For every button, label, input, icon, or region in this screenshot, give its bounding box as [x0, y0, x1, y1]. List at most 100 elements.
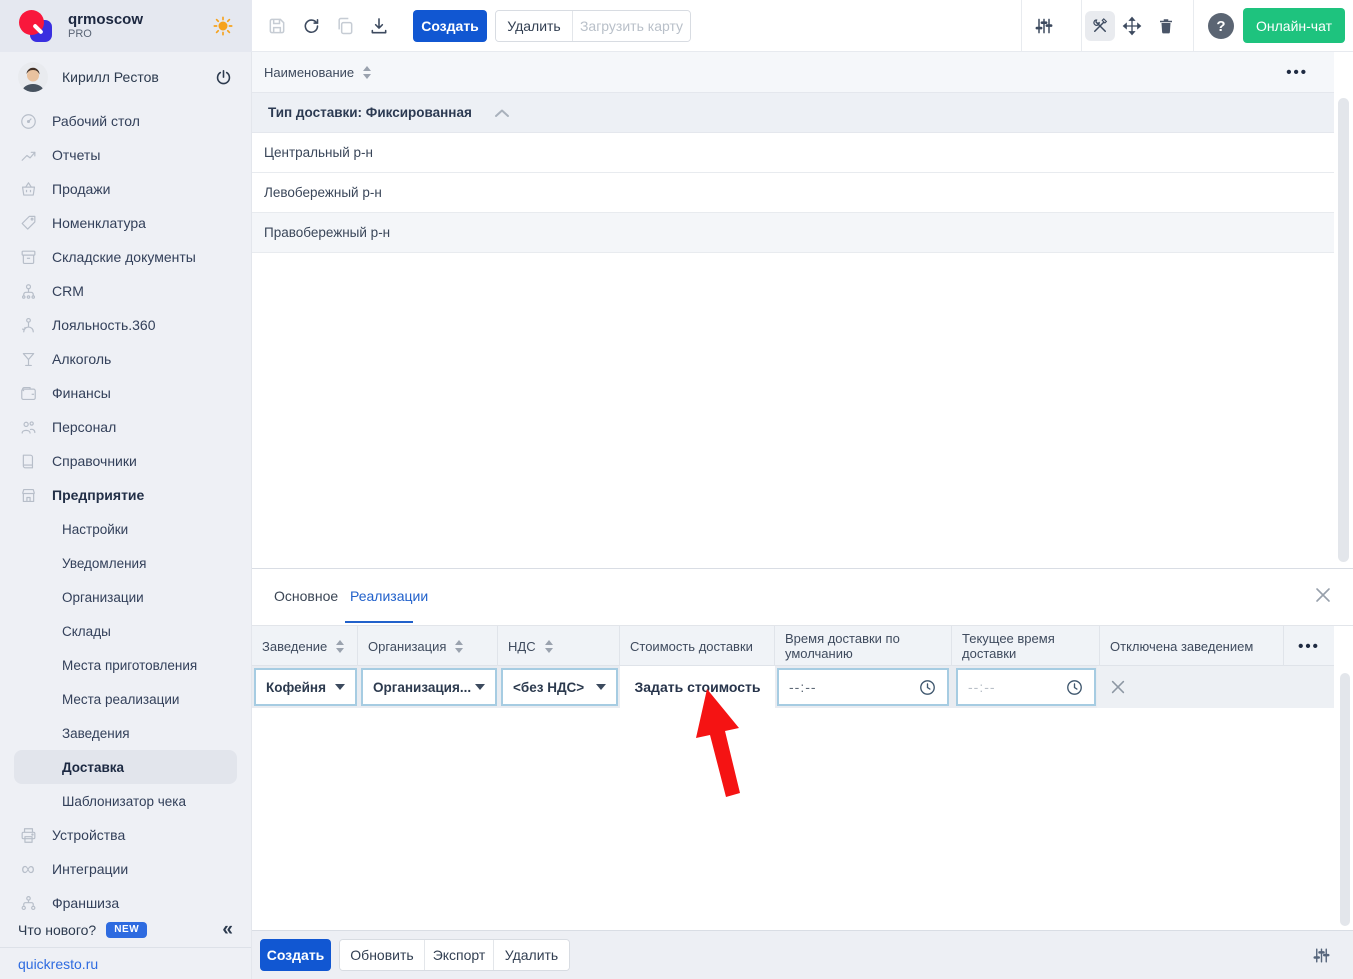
- chevron-down-icon: [475, 684, 485, 690]
- sidebar-item-integrations[interactable]: ∞ Интеграции: [0, 852, 251, 886]
- group-row-label: Тип доставки: Фиксированная: [268, 105, 472, 120]
- close-icon[interactable]: [1313, 585, 1333, 605]
- sidebar-item-enterprise[interactable]: Предприятие: [0, 478, 251, 512]
- sidebar-item-staff[interactable]: Персонал: [0, 410, 251, 444]
- move-icon[interactable]: [1121, 15, 1143, 37]
- sidebar-item-finance[interactable]: Финансы: [0, 376, 251, 410]
- franchise-icon: [18, 894, 38, 913]
- set-cost-button[interactable]: Задать стоимость: [620, 666, 775, 708]
- sidebar-subitem-receipt-template[interactable]: Шаблонизатор чека: [0, 784, 251, 818]
- staff-icon: [18, 418, 38, 437]
- table-row[interactable]: Центральный р-н: [252, 133, 1334, 173]
- row-name: Правобережный р-н: [264, 225, 390, 240]
- sidebar-subitem-settings[interactable]: Настройки: [0, 512, 251, 546]
- name-column-header[interactable]: Наименование: [264, 65, 354, 80]
- tab-realizations[interactable]: Реализации: [350, 588, 428, 604]
- detail-create-button[interactable]: Создать: [260, 939, 331, 971]
- sidebar-subitem-prep-places[interactable]: Места приготовления: [0, 648, 251, 682]
- sidebar-item-label: Предприятие: [52, 487, 144, 503]
- refresh-icon[interactable]: [300, 15, 322, 37]
- sidebar-item-reports[interactable]: Отчеты: [0, 138, 251, 172]
- help-icon[interactable]: ?: [1208, 13, 1234, 39]
- logout-power-icon[interactable]: [214, 68, 233, 87]
- delivery-type-group-row[interactable]: Тип доставки: Фиксированная: [252, 93, 1334, 133]
- quickresto-link[interactable]: quickresto.ru: [18, 956, 98, 972]
- realization-row: Кофейня Организация... <без НДС> Задать …: [252, 666, 1334, 708]
- load-map-button[interactable]: Загрузить карту: [572, 11, 690, 41]
- sidebar-item-crm[interactable]: CRM: [0, 274, 251, 308]
- theme-sun-icon[interactable]: [212, 15, 234, 37]
- whats-new-link[interactable]: Что нового?: [18, 922, 96, 938]
- create-button[interactable]: Создать: [413, 10, 487, 42]
- remove-row-icon[interactable]: [1109, 678, 1127, 696]
- sort-icon[interactable]: [363, 66, 371, 79]
- tools-icon[interactable]: [1085, 11, 1115, 41]
- sidebar-menu: Рабочий стол Отчеты Продажи Номенклатура: [0, 104, 251, 920]
- sidebar-item-directories[interactable]: Справочники: [0, 444, 251, 478]
- col-header-default-time[interactable]: Время доставки по умолчанию: [775, 626, 952, 666]
- list-header-row: Наименование •••: [252, 52, 1334, 93]
- col-header-disabled-by-venue[interactable]: Отключена заведением: [1100, 626, 1283, 666]
- warehouse-icon: [18, 248, 38, 267]
- new-badge: NEW: [106, 922, 147, 938]
- tag-icon: [18, 214, 38, 233]
- chevron-down-icon: [335, 684, 345, 690]
- col-header-vat[interactable]: НДС: [498, 626, 620, 666]
- sidebar-subitem-organizations[interactable]: Организации: [0, 580, 251, 614]
- chevron-up-icon[interactable]: [494, 108, 510, 118]
- sidebar-item-loyalty[interactable]: Лояльность.360: [0, 308, 251, 342]
- detail-tabs-bar: Основное Реализации: [252, 569, 1353, 626]
- avatar[interactable]: [18, 62, 48, 92]
- sidebar-item-sales[interactable]: Продажи: [0, 172, 251, 206]
- col-header-delivery-cost[interactable]: Стоимость доставки: [620, 626, 775, 666]
- vat-select[interactable]: <без НДС>: [501, 668, 618, 706]
- clock-icon[interactable]: [1065, 678, 1084, 697]
- tab-main[interactable]: Основное: [274, 588, 338, 604]
- sort-icon[interactable]: [545, 640, 553, 653]
- sidebar-item-label: Складские документы: [52, 249, 196, 265]
- detail-delete-button[interactable]: Удалить: [493, 940, 569, 970]
- sidebar-item-warehouse-docs[interactable]: Складские документы: [0, 240, 251, 274]
- filters-icon[interactable]: [1033, 15, 1055, 37]
- table-row[interactable]: Правобережный р-н: [252, 213, 1334, 253]
- sidebar-subitem-warehouses[interactable]: Склады: [0, 614, 251, 648]
- detail-export-button[interactable]: Экспорт: [424, 940, 493, 970]
- col-header-venue[interactable]: Заведение: [252, 626, 358, 666]
- sidebar-item-label: Справочники: [52, 453, 137, 469]
- current-delivery-time-input[interactable]: --:--: [956, 668, 1096, 706]
- organization-select[interactable]: Организация...: [361, 668, 497, 706]
- sidebar-item-devices[interactable]: Устройства: [0, 818, 251, 852]
- clock-icon[interactable]: [918, 678, 937, 697]
- save-icon[interactable]: [266, 15, 288, 37]
- col-header-organization[interactable]: Организация: [358, 626, 498, 666]
- sidebar-subitem-venues[interactable]: Заведения: [0, 716, 251, 750]
- sidebar-item-label: Лояльность.360: [52, 317, 156, 333]
- sidebar-subitem-notifications[interactable]: Уведомления: [0, 546, 251, 580]
- detail-scrollbar[interactable]: [1340, 673, 1350, 926]
- copy-icon[interactable]: [334, 15, 356, 37]
- trash-icon[interactable]: [1155, 15, 1177, 37]
- devices-icon: [18, 826, 38, 845]
- enterprise-icon: [18, 486, 38, 505]
- divider: [1081, 0, 1082, 51]
- col-header-current-time[interactable]: Текущее время доставки: [952, 626, 1100, 666]
- sort-icon[interactable]: [336, 640, 344, 653]
- sidebar-item-alcohol[interactable]: Алкоголь: [0, 342, 251, 376]
- sidebar-subitem-sale-places[interactable]: Места реализации: [0, 682, 251, 716]
- venue-select[interactable]: Кофейня: [254, 668, 357, 706]
- sidebar-subitem-delivery[interactable]: Доставка: [14, 750, 237, 784]
- detail-filters-icon[interactable]: [1312, 946, 1331, 965]
- detail-refresh-button[interactable]: Обновить: [340, 940, 424, 970]
- table-row[interactable]: Левобережный р-н: [252, 173, 1334, 213]
- main-scrollbar[interactable]: [1338, 98, 1349, 562]
- online-chat-button[interactable]: Онлайн-чат: [1243, 8, 1345, 43]
- detail-header-menu-icon[interactable]: •••: [1283, 626, 1334, 666]
- collapse-sidebar-icon[interactable]: «: [222, 920, 233, 939]
- sidebar-item-nomenclature[interactable]: Номенклатура: [0, 206, 251, 240]
- sidebar-item-dashboard[interactable]: Рабочий стол: [0, 104, 251, 138]
- delete-button[interactable]: Удалить: [496, 11, 572, 41]
- list-header-menu-icon[interactable]: •••: [1286, 65, 1308, 80]
- default-delivery-time-input[interactable]: --:--: [777, 668, 949, 706]
- download-icon[interactable]: [368, 15, 390, 37]
- sort-icon[interactable]: [455, 640, 463, 653]
